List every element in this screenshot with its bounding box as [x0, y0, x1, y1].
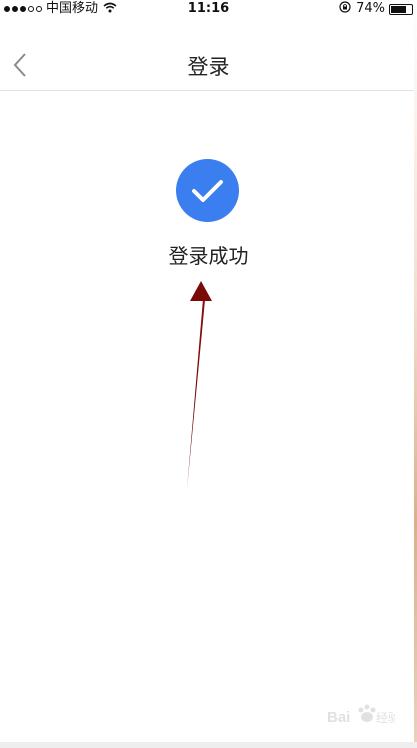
svg-text:Bai: Bai	[327, 709, 350, 726]
success-message: 登录成功	[168, 244, 249, 268]
status-bar: 中国移动 11:16 74%	[0, 0, 417, 18]
watermark-logo: Bai 经验	[325, 700, 400, 728]
battery-percent: 74%	[356, 1, 385, 16]
annotation-arrow	[187, 281, 212, 489]
checkmark-icon	[192, 180, 223, 202]
nav-bar: 登录	[0, 18, 417, 91]
login-success-screen: 中国移动 11:16 74% 登录 登录成功 Bai 经验	[0, 0, 417, 748]
bottom-edge	[0, 742, 417, 748]
battery-level	[391, 5, 406, 13]
svg-text:经验: 经验	[376, 710, 395, 725]
battery-icon	[389, 3, 416, 15]
page-title: 登录	[187, 55, 230, 79]
rotation-lock-icon	[339, 1, 351, 17]
success-badge	[176, 159, 239, 222]
status-right: 74%	[339, 1, 416, 17]
